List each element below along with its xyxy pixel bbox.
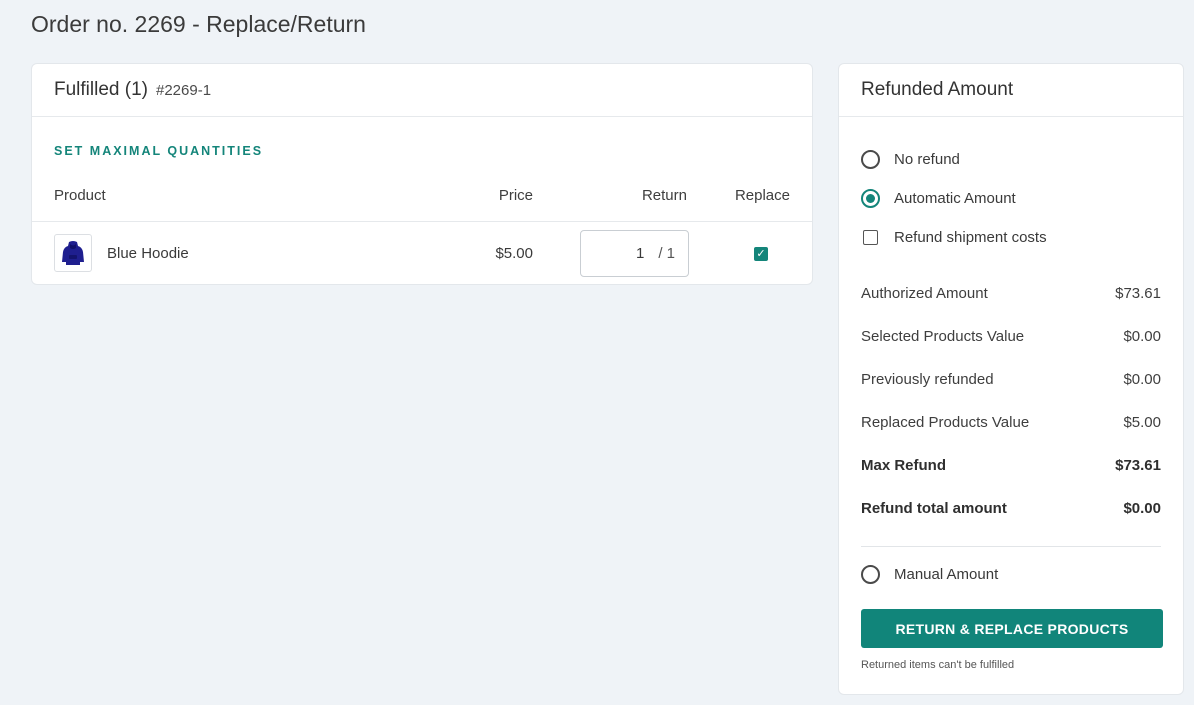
- fulfilled-card-header: Fulfilled (1) #2269-1: [32, 64, 812, 117]
- summary-label: Previously refunded: [861, 371, 994, 388]
- option-refund-shipment[interactable]: Refund shipment costs: [861, 229, 1047, 246]
- fulfilled-title: Fulfilled (1): [54, 79, 148, 100]
- product-name: Blue Hoodie: [107, 245, 189, 262]
- check-icon: ✓: [756, 247, 766, 260]
- summary-row-selected-products: Selected Products Value $0.00: [861, 328, 1161, 345]
- summary-divider: [861, 546, 1161, 547]
- summary-value: $0.00: [1123, 371, 1161, 388]
- summary-value: $73.61: [1115, 285, 1161, 302]
- summary-row-previously-refunded: Previously refunded $0.00: [861, 371, 1161, 388]
- replace-checkbox[interactable]: ✓: [754, 247, 768, 261]
- summary-label: Max Refund: [861, 457, 947, 474]
- summary-row-max-refund: Max Refund $73.61: [861, 457, 1161, 474]
- summary-value: $5.00: [1123, 414, 1161, 431]
- option-automatic-amount[interactable]: Automatic Amount: [861, 189, 1016, 208]
- page-title: Order no. 2269 - Replace/Return: [31, 11, 366, 37]
- summary-label: Authorized Amount: [861, 285, 988, 302]
- table-row-divider: [32, 221, 812, 222]
- option-no-refund[interactable]: No refund: [861, 150, 960, 169]
- no-refund-radio[interactable]: [861, 150, 880, 169]
- set-maximal-quantities-button[interactable]: SET MAXIMAL QUANTITIES: [54, 144, 263, 158]
- no-refund-label: No refund: [894, 151, 960, 168]
- summary-row-refund-total: Refund total amount $0.00: [861, 500, 1161, 517]
- automatic-amount-radio[interactable]: [861, 189, 880, 208]
- summary-value: $0.00: [1123, 328, 1161, 345]
- returned-items-note: Returned items can't be fulfilled: [861, 659, 1015, 671]
- summary-row-replaced-products: Replaced Products Value $5.00: [861, 414, 1161, 431]
- column-header-replace: Replace: [734, 187, 790, 204]
- column-header-price: Price: [498, 187, 533, 204]
- manual-amount-label: Manual Amount: [894, 566, 999, 583]
- product-price: $5.00: [495, 245, 533, 262]
- refund-card-header: Refunded Amount: [839, 64, 1183, 117]
- refund-title: Refunded Amount: [861, 79, 1014, 100]
- refund-card: Refunded Amount No refund Automatic Amou…: [838, 63, 1184, 695]
- refund-shipment-checkbox[interactable]: [863, 230, 878, 245]
- summary-value: $0.00: [1123, 500, 1161, 517]
- fulfilled-card: Fulfilled (1) #2269-1 SET MAXIMAL QUANTI…: [31, 63, 813, 285]
- summary-label: Selected Products Value: [861, 328, 1025, 345]
- return-replace-products-button[interactable]: RETURN & REPLACE PRODUCTS: [861, 609, 1163, 648]
- column-header-return: Return: [641, 187, 687, 204]
- summary-value: $73.61: [1115, 457, 1161, 474]
- summary-label: Refund total amount: [861, 500, 1007, 517]
- return-quantity-input[interactable]: 1 / 1: [580, 230, 689, 277]
- manual-amount-radio[interactable]: [861, 565, 880, 584]
- product-thumbnail: [54, 234, 92, 272]
- hoodie-icon: [62, 241, 84, 265]
- summary-label: Replaced Products Value: [861, 414, 1030, 431]
- return-quantity-value: 1: [635, 245, 645, 262]
- summary-row-authorized: Authorized Amount $73.61: [861, 285, 1161, 302]
- fulfillment-id: #2269-1: [155, 81, 212, 99]
- return-quantity-max: / 1: [658, 245, 675, 262]
- automatic-amount-label: Automatic Amount: [894, 190, 1016, 207]
- column-header-product: Product: [54, 187, 106, 204]
- option-manual-amount[interactable]: Manual Amount: [861, 565, 998, 584]
- refund-shipment-label: Refund shipment costs: [894, 229, 1047, 246]
